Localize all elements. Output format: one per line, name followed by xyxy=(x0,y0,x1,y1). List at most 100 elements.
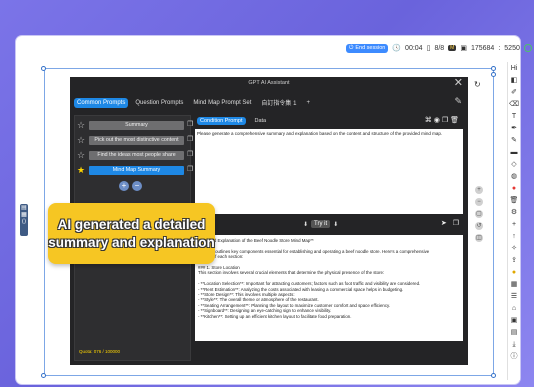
prompt-tabs: Common Prompts Question Prompts Mind Map… xyxy=(74,96,313,109)
save-icon[interactable]: ▤ xyxy=(509,327,519,338)
list-item: ★ Mind Map Summary ❐ xyxy=(77,165,193,175)
copy-icon[interactable]: ❐ xyxy=(187,120,193,130)
brush-icon[interactable]: ✐ xyxy=(509,87,519,98)
coin-icon: M xyxy=(448,45,457,51)
marker-icon[interactable]: ✎ xyxy=(509,135,519,146)
try-it-button[interactable]: Try it xyxy=(311,220,331,228)
code-icon: ⟨⟩ xyxy=(21,219,27,225)
copy-icon[interactable]: ❐ xyxy=(453,219,459,227)
result-output[interactable]: ...ary and Explanation of the Beef Noodl… xyxy=(195,235,463,341)
arrow-down-icon: ⬇ xyxy=(303,221,309,228)
copy-icon[interactable]: ❐ xyxy=(442,116,448,124)
condition-prompt-input[interactable]: Please generate a comprehensive summary … xyxy=(195,129,463,214)
try-it-group: ⬇ Try it ⬇ xyxy=(303,220,338,228)
zoom-in-icon[interactable]: + xyxy=(475,186,483,194)
hi-icon[interactable]: Hi xyxy=(509,63,519,74)
tab-mind-map-prompt-set[interactable]: Mind Map Prompt Set xyxy=(190,98,254,108)
magic-icon[interactable]: ⌘ xyxy=(425,116,432,124)
eraser-icon[interactable]: ⌫ xyxy=(509,99,519,110)
prompt-editor: Condition Prompt Data ⌘ ◉ ❐ 🗑 Please gen… xyxy=(195,115,463,361)
star-icon[interactable]: ☆ xyxy=(77,120,86,130)
result-toolbar: ➤ ❐ xyxy=(441,219,459,227)
quota-text: Quota: 076 / 100000 xyxy=(79,349,121,354)
resize-handle-tl[interactable] xyxy=(41,66,46,71)
end-session-button[interactable]: ⏻ End session xyxy=(346,43,389,53)
text-icon[interactable]: T xyxy=(509,111,519,122)
prompt-shared-ideas-button[interactable]: Find the ideas most people share xyxy=(89,150,184,160)
zoom-tool-column: + − ▢ ↺ ◫ xyxy=(475,186,485,246)
add-prompt-button[interactable]: + xyxy=(119,181,129,191)
list-icon[interactable]: ☰ xyxy=(509,291,519,302)
bulb-icon[interactable]: ● xyxy=(509,267,519,278)
star-icon[interactable]: ☆ xyxy=(77,150,86,160)
image-icon[interactable]: ▣ xyxy=(509,315,519,326)
editor-toolbar: ⌘ ◉ ❐ 🗑 xyxy=(425,116,459,124)
grid-icon: ▤ xyxy=(21,205,27,211)
credits-value: 175684 xyxy=(470,44,495,52)
export-icon[interactable]: ⤓ xyxy=(509,339,519,350)
pencil-icon[interactable]: ✎ xyxy=(454,96,462,107)
list-item: ☆ Pick out the most distinctive content … xyxy=(77,135,193,145)
pen-icon[interactable]: ✒ xyxy=(509,123,519,134)
result-line: - **Kitchen**: Setting up an efficient k… xyxy=(198,313,352,319)
tab-custom-set-1[interactable]: 自訂指令集 1 xyxy=(258,96,299,109)
window-title: GPT AI Assistant xyxy=(248,80,290,86)
color-red-icon[interactable]: ● xyxy=(509,183,519,194)
callout-line-1: AI generated a detailed xyxy=(57,216,206,232)
trash-icon[interactable]: 🗑 xyxy=(450,116,459,124)
rate-value: 5250 xyxy=(504,44,520,52)
status-bar: ⏻ End session 🕓 00:04 ▯ 8/8 M ▣ 175684 :… xyxy=(346,42,532,54)
list-item: ☆ Summary ❐ xyxy=(77,120,193,130)
wand-icon[interactable]: ✧ xyxy=(509,243,519,254)
tab-condition-prompt[interactable]: Condition Prompt xyxy=(197,117,246,125)
tab-data[interactable]: Data xyxy=(252,117,270,125)
close-icon[interactable]: ✕ xyxy=(454,77,463,89)
left-side-tool[interactable]: ▤ ▦ ⟨⟩ xyxy=(20,204,28,236)
prompt-distinctive-button[interactable]: Pick out the most distinctive content xyxy=(89,135,184,145)
resize-handle-bl[interactable] xyxy=(41,373,46,378)
cursor-icon[interactable]: ➤ xyxy=(441,219,447,227)
plus-icon[interactable]: + xyxy=(509,219,519,230)
bulb-icon[interactable]: ◉ xyxy=(434,116,440,124)
layers-icon[interactable]: ◧ xyxy=(509,75,519,86)
arrow-down-icon: ⬇ xyxy=(333,221,339,228)
star-icon[interactable]: ☆ xyxy=(77,135,86,145)
add-remove-group: + − xyxy=(119,181,142,191)
history-icon[interactable]: ↺ xyxy=(475,222,483,230)
prompt-summary-button[interactable]: Summary xyxy=(89,120,184,130)
upload-icon[interactable]: ⇪ xyxy=(509,255,519,266)
clock-icon: 🕓 xyxy=(392,45,402,52)
resize-handle-br[interactable] xyxy=(491,373,496,378)
refresh-icon[interactable]: ↻ xyxy=(474,80,481,89)
arrow-up-icon[interactable]: ↑ xyxy=(509,231,519,242)
star-filled-icon[interactable]: ★ xyxy=(77,165,86,175)
tab-common-prompts[interactable]: Common Prompts xyxy=(74,97,129,108)
delete-icon[interactable]: 🗑 xyxy=(509,195,519,206)
layer-icon: ▦ xyxy=(21,212,27,218)
zoom-out-icon[interactable]: − xyxy=(475,198,483,206)
shape-icon[interactable]: ◇ xyxy=(509,159,519,170)
copy-icon[interactable]: ❐ xyxy=(187,150,193,160)
prompt-mind-map-summary-button[interactable]: Mind Map Summary xyxy=(89,165,184,175)
rotate-handle[interactable] xyxy=(491,72,496,77)
annotation-callout: AI generated a detailed summary and expl… xyxy=(48,203,215,264)
copy-icon[interactable]: ❐ xyxy=(187,165,193,175)
timer-text: 00:04 xyxy=(405,44,423,52)
page-icon: ▯ xyxy=(426,45,431,52)
resize-handle-tr[interactable] xyxy=(491,66,496,71)
tab-question-prompts[interactable]: Question Prompts xyxy=(132,98,186,108)
list-item: ☆ Find the ideas most people share ❐ xyxy=(77,150,193,160)
minimap-icon[interactable]: ◫ xyxy=(475,234,483,242)
add-tab-button[interactable]: + xyxy=(303,98,313,108)
settings-icon[interactable]: ⚙ xyxy=(509,207,519,218)
remove-prompt-button[interactable]: − xyxy=(132,181,142,191)
grid-icon[interactable]: ▦ xyxy=(509,279,519,290)
highlight-icon[interactable]: ▬ xyxy=(509,147,519,158)
copy-icon[interactable]: ❐ xyxy=(187,135,193,145)
fill-icon[interactable]: ◍ xyxy=(509,171,519,182)
camera-icon[interactable]: ⌂ xyxy=(509,303,519,314)
page-count: 8/8 xyxy=(434,44,445,52)
info-icon[interactable]: ⓘ xyxy=(509,351,519,362)
editor-tabs: Condition Prompt Data xyxy=(197,117,269,125)
fit-icon[interactable]: ▢ xyxy=(475,210,483,218)
